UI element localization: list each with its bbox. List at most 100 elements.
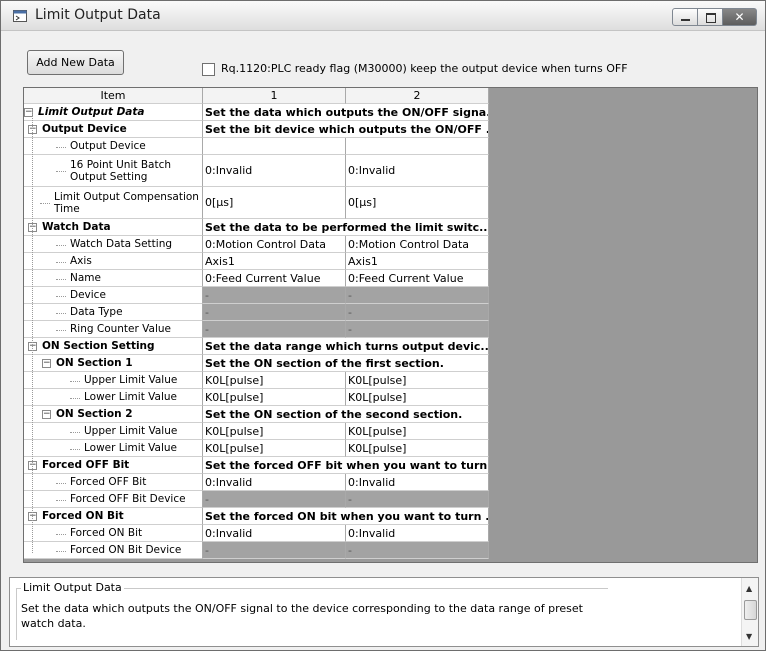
grid-item-cell[interactable]: Forced OFF Bit: [24, 474, 203, 491]
grid-value-cell[interactable]: K0L[pulse]: [346, 423, 489, 440]
grid-value-cell[interactable]: 0:Invalid: [203, 155, 346, 187]
grid-item-label: Ring Counter Value: [70, 323, 172, 335]
grid-row[interactable]: Lower Limit Value K0L[pulse] K0L[pulse]: [24, 440, 489, 457]
grid-value-cell[interactable]: 0:Motion Control Data: [346, 236, 489, 253]
grid-row[interactable]: Upper Limit Value K0L[pulse] K0L[pulse]: [24, 423, 489, 440]
maximize-button[interactable]: [698, 8, 723, 26]
grid-item-cell[interactable]: − Watch Data: [24, 219, 203, 236]
grid-row[interactable]: Forced ON Bit Device - -: [24, 542, 489, 559]
grid-row[interactable]: Forced OFF Bit 0:Invalid 0:Invalid: [24, 474, 489, 491]
grid-row[interactable]: − Output Device Set the bit device which o…: [24, 121, 489, 138]
grid-item-cell[interactable]: Output Device: [24, 138, 203, 155]
grid-value-cell[interactable]: Axis1: [346, 253, 489, 270]
grid-item-cell[interactable]: − Output Device: [24, 121, 203, 138]
grid-item-cell[interactable]: − ON Section 1: [24, 355, 203, 372]
grid-value-cell[interactable]: K0L[pulse]: [346, 440, 489, 457]
tree-connector-line: [56, 171, 66, 172]
grid-item-cell[interactable]: Axis: [24, 253, 203, 270]
title-bar[interactable]: Limit Output Data ✕: [1, 1, 765, 31]
grid-item-cell[interactable]: Watch Data Setting: [24, 236, 203, 253]
grid-value-cell[interactable]: K0L[pulse]: [203, 423, 346, 440]
collapse-toggle-icon[interactable]: −: [42, 409, 51, 419]
grid-row[interactable]: Ring Counter Value - -: [24, 321, 489, 338]
grid-item-cell[interactable]: Forced ON Bit Device: [24, 542, 203, 559]
grid-item-cell[interactable]: − Limit Output Data: [24, 104, 203, 121]
tree-connector-line: [56, 261, 66, 263]
grid-value-cell[interactable]: 0:Invalid: [203, 474, 346, 491]
grid-item-label: Lower Limit Value: [84, 442, 177, 454]
grid-value-cell[interactable]: 0:Feed Current Value: [346, 270, 489, 287]
grid-value-cell[interactable]: 0:Invalid: [346, 474, 489, 491]
grid-value-cell[interactable]: K0L[pulse]: [346, 372, 489, 389]
grid-item-cell[interactable]: − Forced ON Bit: [24, 508, 203, 525]
collapse-toggle-icon[interactable]: −: [42, 358, 51, 368]
grid-row[interactable]: Axis Axis1 Axis1: [24, 253, 489, 270]
grid-value-cell[interactable]: K0L[pulse]: [203, 389, 346, 406]
grid-row[interactable]: Watch Data Setting 0:Motion Control Data 0…: [24, 236, 489, 253]
window-title: Limit Output Data: [35, 7, 161, 23]
grid-value-cell[interactable]: K0L[pulse]: [346, 389, 489, 406]
grid-item-label: ON Section Setting: [42, 340, 155, 352]
grid-row[interactable]: − ON Section 1 Set the ON section of the f…: [24, 355, 489, 372]
grid-row[interactable]: − Forced ON Bit Set the forced ON bit when…: [24, 508, 489, 525]
grid-value-cell[interactable]: 0[µs]: [203, 187, 346, 219]
grid-item-cell[interactable]: Forced ON Bit: [24, 525, 203, 542]
grid-value-cell[interactable]: 0:Motion Control Data: [203, 236, 346, 253]
grid-item-cell[interactable]: − ON Section Setting: [24, 338, 203, 355]
grid-item-label: Forced ON Bit: [70, 527, 143, 539]
scroll-thumb[interactable]: [744, 600, 757, 620]
grid-value-cell[interactable]: 0:Invalid: [346, 155, 489, 187]
scroll-down-icon[interactable]: ▼: [746, 632, 752, 641]
add-new-data-button[interactable]: Add New Data: [27, 50, 124, 75]
grid-value-cell[interactable]: 0[µs]: [346, 187, 489, 219]
grid-row[interactable]: − ON Section 2 Set the ON section of the s…: [24, 406, 489, 423]
minimize-button[interactable]: [672, 8, 698, 26]
grid-value-cell[interactable]: 0:Invalid: [346, 525, 489, 542]
grid-item-cell[interactable]: Upper Limit Value: [24, 372, 203, 389]
grid-row[interactable]: − Forced OFF Bit Set the forced OFF bit wh…: [24, 457, 489, 474]
grid-item-cell[interactable]: Data Type: [24, 304, 203, 321]
grid-row[interactable]: 16 Point Unit Batch Output Setting 0:Inva…: [24, 155, 489, 187]
plc-ready-keep-output-checkbox[interactable]: [202, 63, 215, 76]
grid-row[interactable]: Device - -: [24, 287, 489, 304]
grid-item-cell[interactable]: Lower Limit Value: [24, 389, 203, 406]
grid-value-cell[interactable]: 0:Feed Current Value: [203, 270, 346, 287]
grid-item-cell[interactable]: Forced OFF Bit Device: [24, 491, 203, 508]
grid-row[interactable]: Data Type - -: [24, 304, 489, 321]
grid-value-cell[interactable]: K0L[pulse]: [203, 440, 346, 457]
limit-output-data-window: Limit Output Data ✕ Add New Data Rq.1120…: [0, 0, 766, 651]
grid-item-cell[interactable]: − Forced OFF Bit: [24, 457, 203, 474]
grid-row[interactable]: Forced ON Bit 0:Invalid 0:Invalid: [24, 525, 489, 542]
grid-item-label: ON Section 2: [56, 408, 133, 420]
grid-item-cell[interactable]: Upper Limit Value: [24, 423, 203, 440]
scroll-up-icon[interactable]: ▲: [746, 584, 752, 593]
grid-item-cell[interactable]: − ON Section 2: [24, 406, 203, 423]
grid-item-cell[interactable]: Name: [24, 270, 203, 287]
grid-row[interactable]: − Limit Output Data Set the data which out…: [24, 104, 489, 121]
grid-item-cell[interactable]: 16 Point Unit Batch Output Setting: [24, 155, 203, 187]
grid-value-cell[interactable]: 0:Invalid: [203, 525, 346, 542]
grid-item-cell[interactable]: Lower Limit Value: [24, 440, 203, 457]
grid-item-cell[interactable]: Ring Counter Value: [24, 321, 203, 338]
property-grid-area[interactable]: Item 1 2− Limit Output Data Set the data whi…: [23, 87, 758, 563]
grid-value-cell[interactable]: K0L[pulse]: [203, 372, 346, 389]
grid-row[interactable]: Lower Limit Value K0L[pulse] K0L[pulse]: [24, 389, 489, 406]
grid-row[interactable]: − ON Section Setting Set the data range wh…: [24, 338, 489, 355]
description-scrollbar[interactable]: ▲ ▼: [741, 578, 758, 646]
grid-row[interactable]: Limit Output Compensation Time 0[µs] 0[µs]: [24, 187, 489, 219]
grid-row[interactable]: − Watch Data Set the data to be performed …: [24, 219, 489, 236]
grid-row[interactable]: Name 0:Feed Current Value 0:Feed Current V…: [24, 270, 489, 287]
grid-row[interactable]: Output Device: [24, 138, 489, 155]
grid-value-cell[interactable]: Axis1: [203, 253, 346, 270]
grid-header-cell: 1: [203, 88, 346, 104]
tree-connector-line: [56, 278, 66, 280]
close-button[interactable]: ✕: [723, 8, 757, 26]
grid-value-cell[interactable]: [203, 138, 346, 155]
grid-item-cell[interactable]: Device: [24, 287, 203, 304]
grid-row[interactable]: Forced OFF Bit Device - -: [24, 491, 489, 508]
grid-value-cell: -: [203, 491, 346, 508]
grid-row[interactable]: Upper Limit Value K0L[pulse] K0L[pulse]: [24, 372, 489, 389]
grid-item-cell[interactable]: Limit Output Compensation Time: [24, 187, 203, 219]
tree-connector-line: [56, 550, 66, 552]
grid-value-cell[interactable]: [346, 138, 489, 155]
